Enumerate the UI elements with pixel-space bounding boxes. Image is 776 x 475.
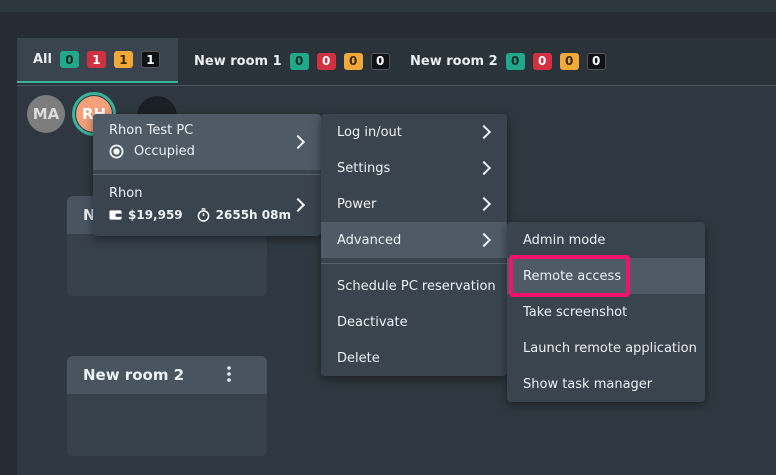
menu-item-schedule-reservation[interactable]: Schedule PC reservation [321, 268, 507, 304]
menu-item-label: Schedule PC reservation [337, 278, 496, 294]
menu-item-take-screenshot[interactable]: Take screenshot [507, 294, 705, 330]
stopwatch-icon [197, 208, 210, 222]
status-badge-red: 1 [86, 51, 106, 68]
highlight-box [509, 255, 630, 297]
menu-divider [321, 263, 507, 264]
pc-actions-menu: Log in/out Settings Power Advanced Sched… [321, 114, 507, 376]
chevron-right-icon [476, 232, 492, 248]
user-balance: $19,959 [128, 208, 183, 222]
pc-info-item[interactable]: Rhon Test PC Occupied [93, 114, 321, 170]
chevron-right-icon [476, 124, 492, 140]
status-badge-yellow: 0 [343, 52, 363, 70]
menu-item-label: Settings [337, 160, 391, 176]
advanced-submenu: Admin mode Remote access Take screenshot… [507, 222, 705, 402]
room-card-2[interactable]: New room 2 [67, 356, 267, 456]
top-strip [0, 0, 776, 12]
status-badge-black: 0 [370, 52, 390, 70]
tab-label: All [33, 52, 52, 67]
radio-selected-icon [109, 144, 124, 159]
menu-item-log-in-out[interactable]: Log in/out [321, 114, 507, 150]
menu-item-label: Take screenshot [523, 304, 628, 320]
user-time: 2655h 08m [215, 208, 291, 222]
tab-all[interactable]: All 0 1 1 1 [17, 38, 178, 83]
kebab-menu-icon[interactable] [227, 366, 231, 385]
chevron-right-icon [476, 196, 492, 212]
menu-item-label: Log in/out [337, 124, 402, 140]
tab-new-room-2[interactable]: New room 2 0 0 0 0 [410, 38, 614, 84]
menu-item-label: Power [337, 196, 377, 212]
status-badge-green: 0 [289, 52, 309, 70]
room-card-header: New room 2 [67, 356, 267, 394]
menu-item-show-task-manager[interactable]: Show task manager [507, 366, 705, 402]
menu-item-label: Delete [337, 350, 380, 366]
user-name: Rhon [109, 186, 143, 201]
menu-item-deactivate[interactable]: Deactivate [321, 304, 507, 340]
menu-item-label: Deactivate [337, 314, 408, 330]
menu-item-admin-mode[interactable]: Admin mode [507, 222, 705, 258]
menu-item-label: Admin mode [523, 232, 606, 248]
status-badge-yellow: 0 [559, 52, 579, 70]
menu-item-settings[interactable]: Settings [321, 150, 507, 186]
avatar-ma[interactable]: MA [27, 95, 65, 133]
room-title: New room 2 [83, 366, 185, 384]
menu-item-advanced[interactable]: Advanced [321, 222, 507, 258]
menu-item-power[interactable]: Power [321, 186, 507, 222]
tab-label: New room 1 [194, 53, 282, 69]
pc-context-menu: Rhon Test PC Occupied Rhon $19,959 2655h… [93, 114, 321, 236]
menu-item-launch-remote-app[interactable]: Launch remote application [507, 330, 705, 366]
status-badge-red: 0 [532, 52, 552, 70]
pc-status: Occupied [134, 144, 195, 159]
menu-item-label: Advanced [337, 232, 402, 248]
status-badge-green: 0 [59, 51, 79, 68]
status-badge-yellow: 1 [113, 51, 133, 68]
status-badge-black: 1 [140, 51, 160, 68]
status-badge-green: 0 [505, 52, 525, 70]
pc-name: Rhon Test PC [109, 123, 194, 138]
chevron-right-icon [476, 160, 492, 176]
menu-item-label: Launch remote application [523, 340, 697, 356]
menu-item-delete[interactable]: Delete [321, 340, 507, 376]
status-badge-red: 0 [316, 52, 336, 70]
tab-new-room-1[interactable]: New room 1 0 0 0 0 [194, 38, 398, 84]
room-tab-bar: All 0 1 1 1 New room 1 0 0 0 0 New room … [17, 38, 776, 86]
user-info-item[interactable]: Rhon $19,959 2655h 08m [93, 175, 321, 235]
tab-label: New room 2 [410, 53, 498, 69]
status-badge-black: 0 [586, 52, 606, 70]
menu-item-label: Show task manager [523, 376, 653, 392]
wallet-icon [109, 209, 122, 221]
